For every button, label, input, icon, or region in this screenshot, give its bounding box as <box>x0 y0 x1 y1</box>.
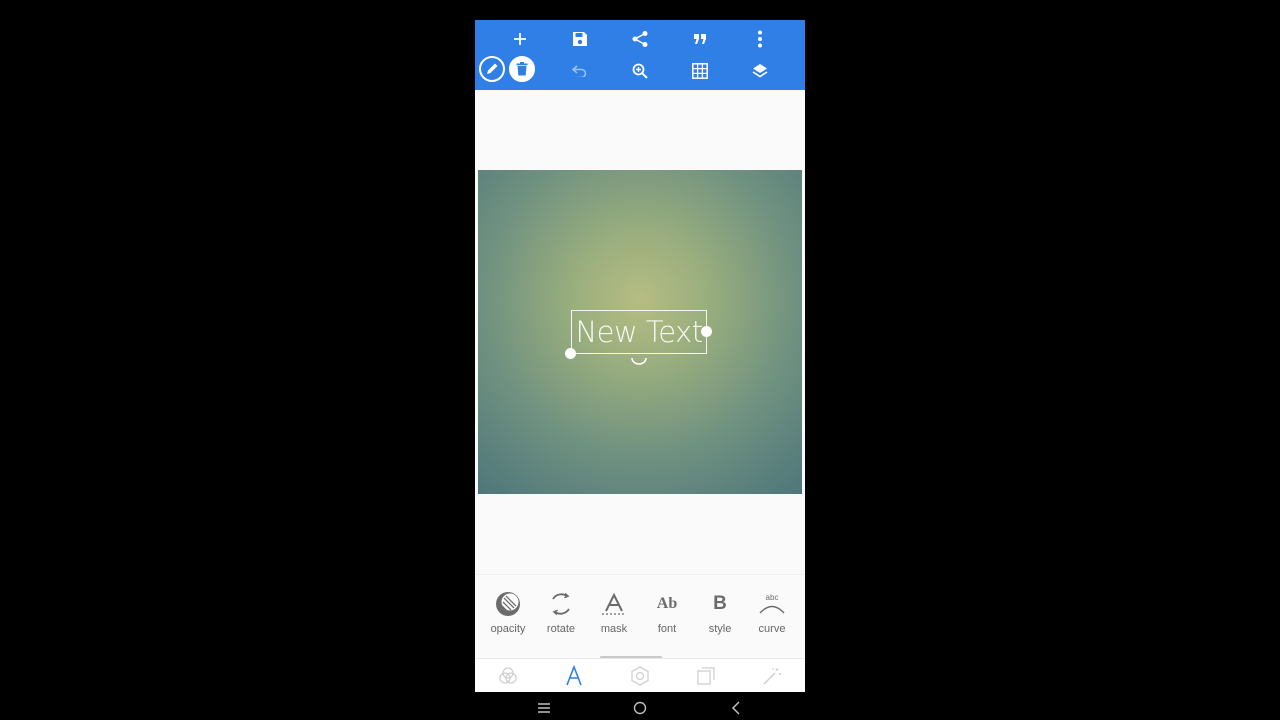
shape-icon[interactable] <box>625 662 655 690</box>
resize-handle-bottom-left[interactable] <box>565 348 576 359</box>
layers-icon[interactable] <box>745 56 775 86</box>
recent-apps-icon[interactable] <box>533 698 555 718</box>
tool-mask[interactable]: mask <box>588 589 640 649</box>
tool-label: font <box>657 623 677 635</box>
bottom-navigation <box>475 658 805 692</box>
quote-icon[interactable] <box>685 24 715 54</box>
system-navigation-bar <box>475 694 805 720</box>
bold-icon: B <box>705 589 735 619</box>
tool-label: style <box>708 623 732 635</box>
text-tool-strip: opacity rotate mask Ab font B style abc … <box>475 574 805 659</box>
grid-icon[interactable] <box>685 56 715 86</box>
pencil-icon[interactable] <box>479 56 505 82</box>
magic-wand-icon[interactable] <box>757 662 787 690</box>
font-glyph: Ab <box>656 595 678 612</box>
phone-screen: New Text opacity rotate mask Ab font B s… <box>475 20 805 692</box>
tool-rotate[interactable]: rotate <box>535 589 587 649</box>
resize-handle-right[interactable] <box>701 326 712 337</box>
tool-label: mask <box>600 623 628 635</box>
tool-opacity[interactable]: opacity <box>482 589 534 649</box>
tool-label: rotate <box>546 623 576 635</box>
home-icon[interactable] <box>629 698 651 718</box>
rotate-handle-icon[interactable] <box>630 356 648 366</box>
editing-canvas[interactable]: New Text <box>478 170 802 494</box>
share-icon[interactable] <box>625 24 655 54</box>
add-icon[interactable] <box>505 24 535 54</box>
font-icon: Ab <box>652 589 682 619</box>
top-toolbar <box>475 20 805 90</box>
mask-icon <box>599 589 629 619</box>
delete-icon[interactable] <box>509 56 535 82</box>
tool-curve[interactable]: abc curve <box>746 589 798 649</box>
curve-glyph: abc <box>765 593 779 602</box>
bold-glyph: B <box>713 593 727 614</box>
more-vert-icon[interactable] <box>745 24 775 54</box>
edit-mode-toggle[interactable] <box>479 56 539 86</box>
zoom-icon[interactable] <box>625 56 655 86</box>
save-icon[interactable] <box>565 24 595 54</box>
text-layer-box[interactable]: New Text <box>571 310 707 354</box>
tool-style[interactable]: B style <box>694 589 746 649</box>
back-icon[interactable] <box>725 698 747 718</box>
curve-text-icon: abc <box>757 589 787 619</box>
tool-label: opacity <box>490 623 526 635</box>
tool-font[interactable]: Ab font <box>641 589 693 649</box>
undo-icon[interactable] <box>565 56 595 86</box>
text-icon[interactable] <box>559 662 589 690</box>
rotate-icon <box>546 589 576 619</box>
opacity-icon <box>493 589 523 619</box>
blend-icon[interactable] <box>493 662 523 690</box>
tool-label: curve <box>758 623 786 635</box>
clone-icon[interactable] <box>691 662 721 690</box>
text-layer-content: New Text <box>575 315 703 349</box>
